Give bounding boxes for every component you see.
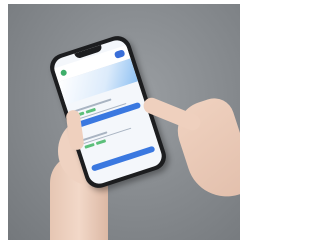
tag-badge (95, 139, 107, 146)
content-section-3 (90, 144, 156, 172)
tag-badge (84, 142, 95, 149)
primary-button[interactable] (90, 145, 156, 172)
tag-group (84, 126, 148, 149)
photo-background (8, 4, 240, 240)
content-section-2 (82, 119, 148, 151)
menu-icon[interactable] (113, 49, 126, 59)
app-logo-icon (59, 68, 68, 77)
